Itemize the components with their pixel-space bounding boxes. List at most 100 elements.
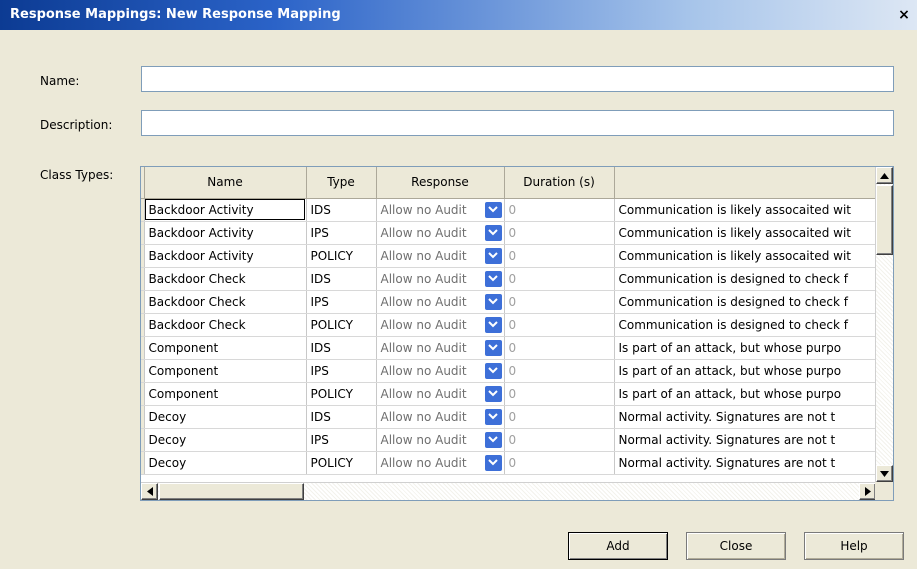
table-row[interactable]: Component POLICY Allow no Audit 0 Is part of… xyxy=(141,382,876,406)
cell-name[interactable]: Backdoor Check xyxy=(144,290,307,314)
cell-duration[interactable]: 0 xyxy=(504,382,615,406)
cell-response[interactable]: Allow no Audit xyxy=(376,451,505,475)
cell-response[interactable]: Allow no Audit xyxy=(376,428,505,452)
cell-type[interactable]: IPS xyxy=(306,428,377,452)
cell-description[interactable]: Communication is likely assocaited wit xyxy=(614,221,876,245)
cell-name[interactable]: Component xyxy=(144,359,307,383)
table-row[interactable]: Backdoor Activity IPS Allow no Audit 0 Commu… xyxy=(141,221,876,245)
table-row[interactable]: Backdoor Check IDS Allow no Audit 0 Communic… xyxy=(141,267,876,291)
chevron-down-icon[interactable] xyxy=(484,224,502,241)
cell-name[interactable]: Backdoor Activity xyxy=(144,198,307,222)
cell-response[interactable]: Allow no Audit xyxy=(376,267,505,291)
cell-description[interactable]: Is part of an attack, but whose purpo xyxy=(614,382,876,406)
cell-response[interactable]: Allow no Audit xyxy=(376,221,505,245)
help-button[interactable]: Help xyxy=(804,532,904,560)
cell-description[interactable]: Normal activity. Signatures are not t xyxy=(614,405,876,429)
table-row[interactable]: Backdoor Activity IDS Allow no Audit 0 Commu… xyxy=(141,198,876,222)
vertical-scroll-thumb[interactable] xyxy=(876,185,893,255)
description-field[interactable] xyxy=(141,110,894,136)
close-window-button[interactable]: × xyxy=(895,7,913,25)
cell-name[interactable]: Backdoor Activity xyxy=(144,221,307,245)
cell-response[interactable]: Allow no Audit xyxy=(376,405,505,429)
name-field[interactable] xyxy=(141,66,894,92)
cell-duration[interactable]: 0 xyxy=(504,313,615,337)
cell-duration[interactable]: 0 xyxy=(504,290,615,314)
chevron-down-icon[interactable] xyxy=(484,362,502,379)
cell-response[interactable]: Allow no Audit xyxy=(376,198,505,222)
cell-description[interactable]: Normal activity. Signatures are not t xyxy=(614,451,876,475)
cell-type[interactable]: POLICY xyxy=(306,382,377,406)
arrow-right-icon[interactable] xyxy=(859,483,876,500)
cell-duration[interactable]: 0 xyxy=(504,198,615,222)
cell-description[interactable]: Is part of an attack, but whose purpo xyxy=(614,336,876,360)
cell-type[interactable]: IPS xyxy=(306,359,377,383)
cell-description[interactable]: Communication is likely assocaited wit xyxy=(614,198,876,222)
cell-description[interactable]: Communication is likely assocaited wit xyxy=(614,244,876,268)
chevron-down-icon[interactable] xyxy=(484,431,502,448)
cell-duration[interactable]: 0 xyxy=(504,336,615,360)
table-row[interactable]: Decoy IPS Allow no Audit 0 Normal activity. … xyxy=(141,428,876,452)
cell-response[interactable]: Allow no Audit xyxy=(376,359,505,383)
close-button[interactable]: Close xyxy=(686,532,786,560)
horizontal-scrollbar[interactable] xyxy=(141,482,876,500)
chevron-down-icon[interactable] xyxy=(484,454,502,471)
cell-response[interactable]: Allow no Audit xyxy=(376,290,505,314)
chevron-down-icon[interactable] xyxy=(484,201,502,218)
cell-name[interactable]: Backdoor Check xyxy=(144,267,307,291)
cell-duration[interactable]: 0 xyxy=(504,428,615,452)
cell-duration[interactable]: 0 xyxy=(504,405,615,429)
vertical-scrollbar[interactable] xyxy=(875,167,893,482)
table-row[interactable]: Component IDS Allow no Audit 0 Is part of an… xyxy=(141,336,876,360)
cell-description[interactable]: Normal activity. Signatures are not t xyxy=(614,428,876,452)
chevron-down-icon[interactable] xyxy=(484,408,502,425)
column-header-description[interactable] xyxy=(614,167,876,199)
cell-type[interactable]: IDS xyxy=(306,198,377,222)
cell-name[interactable]: Backdoor Activity xyxy=(144,244,307,268)
chevron-down-icon[interactable] xyxy=(484,293,502,310)
table-row[interactable]: Backdoor Check POLICY Allow no Audit 0 Commu… xyxy=(141,313,876,337)
chevron-down-icon[interactable] xyxy=(484,385,502,402)
column-header-name[interactable]: Name xyxy=(144,167,307,199)
cell-description[interactable]: Communication is designed to check f xyxy=(614,290,876,314)
table-row[interactable]: Backdoor Check IPS Allow no Audit 0 Communic… xyxy=(141,290,876,314)
cell-response[interactable]: Allow no Audit xyxy=(376,313,505,337)
cell-name[interactable]: Component xyxy=(144,336,307,360)
cell-description[interactable]: Communication is designed to check f xyxy=(614,313,876,337)
cell-duration[interactable]: 0 xyxy=(504,221,615,245)
chevron-down-icon[interactable] xyxy=(484,247,502,264)
chevron-down-icon[interactable] xyxy=(484,316,502,333)
cell-type[interactable]: IDS xyxy=(306,336,377,360)
chevron-down-icon[interactable] xyxy=(484,270,502,287)
cell-name[interactable]: Decoy xyxy=(144,451,307,475)
cell-description[interactable]: Is part of an attack, but whose purpo xyxy=(614,359,876,383)
horizontal-scroll-thumb[interactable] xyxy=(159,483,304,500)
cell-name[interactable]: Component xyxy=(144,382,307,406)
cell-name[interactable]: Backdoor Check xyxy=(144,313,307,337)
cell-response[interactable]: Allow no Audit xyxy=(376,244,505,268)
cell-duration[interactable]: 0 xyxy=(504,244,615,268)
column-header-duration[interactable]: Duration (s) xyxy=(504,167,615,199)
chevron-down-icon[interactable] xyxy=(484,339,502,356)
arrow-down-icon[interactable] xyxy=(876,465,893,482)
cell-duration[interactable]: 0 xyxy=(504,267,615,291)
cell-type[interactable]: POLICY xyxy=(306,244,377,268)
table-row[interactable]: Decoy POLICY Allow no Audit 0 Normal activit… xyxy=(141,451,876,475)
column-header-response[interactable]: Response xyxy=(376,167,505,199)
arrow-left-icon[interactable] xyxy=(141,483,158,500)
cell-description[interactable]: Communication is designed to check f xyxy=(614,267,876,291)
cell-response[interactable]: Allow no Audit xyxy=(376,336,505,360)
cell-type[interactable]: IPS xyxy=(306,290,377,314)
cell-duration[interactable]: 0 xyxy=(504,359,615,383)
cell-response[interactable]: Allow no Audit xyxy=(376,382,505,406)
cell-type[interactable]: POLICY xyxy=(306,451,377,475)
cell-type[interactable]: IPS xyxy=(306,221,377,245)
cell-duration[interactable]: 0 xyxy=(504,451,615,475)
cell-name[interactable]: Decoy xyxy=(144,428,307,452)
arrow-up-icon[interactable] xyxy=(876,167,893,184)
cell-name[interactable]: Decoy xyxy=(144,405,307,429)
cell-type[interactable]: IDS xyxy=(306,405,377,429)
cell-type[interactable]: IDS xyxy=(306,267,377,291)
table-row[interactable]: Decoy IDS Allow no Audit 0 Normal activity. … xyxy=(141,405,876,429)
table-row[interactable]: Component IPS Allow no Audit 0 Is part of an… xyxy=(141,359,876,383)
add-button[interactable]: Add xyxy=(568,532,668,560)
